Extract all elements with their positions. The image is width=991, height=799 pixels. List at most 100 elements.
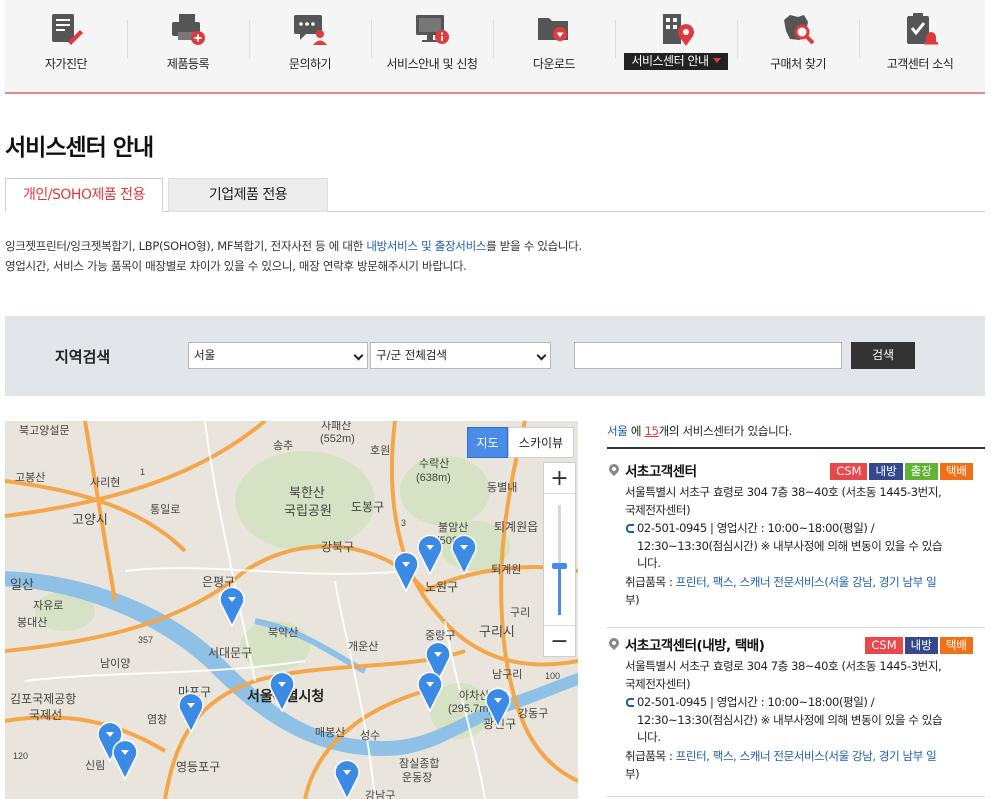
service-center-marker[interactable] xyxy=(219,586,245,628)
map-label: 357 xyxy=(138,635,153,645)
phone-line: 니다. xyxy=(637,730,661,744)
map-label: 3 xyxy=(401,518,406,528)
zoom-out-button[interactable]: − xyxy=(544,625,575,656)
result-text: 에 xyxy=(627,424,645,438)
service-center-marker[interactable] xyxy=(393,551,419,593)
map-label: 고봉산 xyxy=(15,471,45,484)
center-name[interactable]: 서초고객센터 xyxy=(625,460,697,480)
badge-delivery: 택배 xyxy=(939,637,973,654)
map-label: 구리시 xyxy=(479,624,515,639)
zoom-slider-handle[interactable] xyxy=(552,563,567,569)
nav-download[interactable]: 다운로드 xyxy=(493,0,615,92)
map-label: (552m) xyxy=(320,433,355,445)
phone-line: 니다. xyxy=(637,556,661,570)
region-select-value: 서울 xyxy=(194,348,216,362)
keyword-input[interactable] xyxy=(574,342,842,369)
map-label: 통일로 xyxy=(150,502,180,516)
map-label: 사리현 xyxy=(90,476,120,489)
phone-line: 12:30~13:30(점심시간) ※ 내부사정에 의해 변동이 있을 수 있습 xyxy=(637,538,943,553)
service-center-map[interactable]: 북고양설문 사패산 (552m) 호원 송추 1 고봉산 사리현 통일로 수락산… xyxy=(5,421,578,799)
phone-icon xyxy=(626,524,634,533)
printer-register-icon xyxy=(172,14,205,45)
zoom-in-button[interactable]: + xyxy=(544,463,575,494)
description-text: 를 받을 수 있습니다. xyxy=(486,239,582,253)
map-label: 잠실종합 xyxy=(399,757,439,770)
service-center-marker[interactable] xyxy=(112,739,138,781)
service-center-marker[interactable] xyxy=(178,692,204,734)
result-item-divider xyxy=(607,627,985,628)
nav-service-info[interactable]: 서비스안내 및 신청 xyxy=(371,0,493,92)
nav-inquiry[interactable]: 문의하기 xyxy=(249,0,371,92)
service-description: 잉크젯프린터/잉크젯복합기, LBP(SOHO형), MF복합기, 전자사전 등… xyxy=(5,236,582,276)
service-badges: CSM 내방 출장 택배 xyxy=(828,460,973,480)
monitor-info-icon xyxy=(416,15,449,44)
map-label: 김포국제공항 xyxy=(10,692,76,706)
badge-onsite: 출장 xyxy=(904,463,938,480)
region-select[interactable]: 서울 xyxy=(188,342,368,369)
tab-enterprise[interactable]: 기업제품 전용 xyxy=(168,178,328,212)
caret-down-icon xyxy=(712,58,721,63)
badge-visit: 내방 xyxy=(869,463,903,480)
result-item-divider xyxy=(607,796,985,797)
result-count: 15 xyxy=(644,424,659,438)
center-items: 취급품목 : 프린터, 팩스, 스캐너 전문서비스(서울 강남, 경기 남부 일 xyxy=(625,574,975,592)
center-details: 서울특별시 서초구 효령로 304 7층 38~40호 (서초동 1445-3번… xyxy=(625,658,975,784)
nav-find-shop[interactable]: 구매처 찾기 xyxy=(737,0,859,92)
map-label: 호원 xyxy=(370,444,390,457)
map-label: 노원구 xyxy=(425,580,458,594)
map-label: 남구리 xyxy=(492,668,522,681)
inquiry-icon xyxy=(294,15,327,45)
items-label: 취급품목 : xyxy=(625,748,676,763)
map-label: 동별내 xyxy=(487,481,517,494)
service-center-marker[interactable] xyxy=(417,534,443,576)
map-label: 매봉산 xyxy=(315,726,345,739)
map-label: 1 xyxy=(140,467,145,477)
map-label: 120 xyxy=(13,751,28,761)
map-label: 고양시 xyxy=(72,512,108,527)
service-center-marker[interactable] xyxy=(334,759,360,799)
nav-self-diagnosis[interactable]: 자가진단 xyxy=(5,0,127,92)
nav-service-center[interactable]: 서비스센터 안내 xyxy=(615,0,737,92)
nav-label: 고객센터 소식 xyxy=(886,57,954,71)
zoom-control: + − xyxy=(543,462,576,657)
map-label: 자유로 xyxy=(33,599,63,612)
map-canvas[interactable]: 북고양설문 사패산 (552m) 호원 송추 1 고봉산 사리현 통일로 수락산… xyxy=(5,421,578,799)
map-label: 퇴계원 xyxy=(491,563,521,576)
map-label: 중랑구 xyxy=(425,629,455,642)
items-value: 부) xyxy=(625,767,640,781)
center-items: 취급품목 : 프린터, 팩스, 스캐너 전문서비스(서울 강남, 경기 남부 일 xyxy=(625,748,975,766)
district-select[interactable]: 구/군 전체검색 xyxy=(370,342,551,369)
map-type-map-button[interactable]: 지도 xyxy=(467,427,508,458)
map-label: 영등포구 xyxy=(176,760,220,774)
badge-visit: 내방 xyxy=(904,637,938,654)
nav-product-register[interactable]: 제품등록 xyxy=(127,0,249,92)
center-address: 국제전자센터) xyxy=(625,502,691,517)
result-text: 개의 서비스센터가 있습니다. xyxy=(658,424,793,438)
search-button[interactable]: 검색 xyxy=(851,342,915,369)
description-highlight: 내방서비스 및 출장서비스 xyxy=(366,239,487,253)
map-type-skyview-button[interactable]: 스카이뷰 xyxy=(508,427,574,458)
marker-layer xyxy=(97,534,511,799)
page-title: 서비스센터 안내 xyxy=(5,135,154,161)
nav-label: 자가진단 xyxy=(44,57,88,71)
tab-personal-soho[interactable]: 개인/SOHO제품 전용 xyxy=(5,178,163,212)
nav-customer-news[interactable]: 고객센터 소식 xyxy=(859,0,981,92)
download-folder-icon xyxy=(538,18,568,41)
shop-search-icon xyxy=(784,15,815,45)
badge-csm: CSM xyxy=(865,637,903,654)
center-name[interactable]: 서초고객센터(내방, 택배) xyxy=(625,634,765,654)
result-region: 서울 xyxy=(607,424,628,438)
map-label: 100 xyxy=(545,671,560,681)
items-label: 취급품목 : xyxy=(625,574,676,589)
map-label: 북고양설문 xyxy=(19,424,70,437)
map-label: 북한산 xyxy=(289,485,325,500)
map-label: 신림 xyxy=(85,759,105,772)
map-label: 국립공원 xyxy=(284,503,332,518)
map-label: 운동장 xyxy=(402,771,432,784)
nav-label-active: 서비스센터 안내 xyxy=(624,53,728,70)
result-summary: 서울 에 15개의 서비스센터가 있습니다. xyxy=(607,423,792,439)
service-badges: CSM 내방 택배 xyxy=(863,634,973,654)
nav-label: 서비스안내 및 신청 xyxy=(386,57,478,71)
map-label: 도봉구 xyxy=(351,500,384,514)
center-phone-hours: 02-501-0945 | 영업시간 : 10:00~18:00(평일) / 1… xyxy=(625,694,975,747)
